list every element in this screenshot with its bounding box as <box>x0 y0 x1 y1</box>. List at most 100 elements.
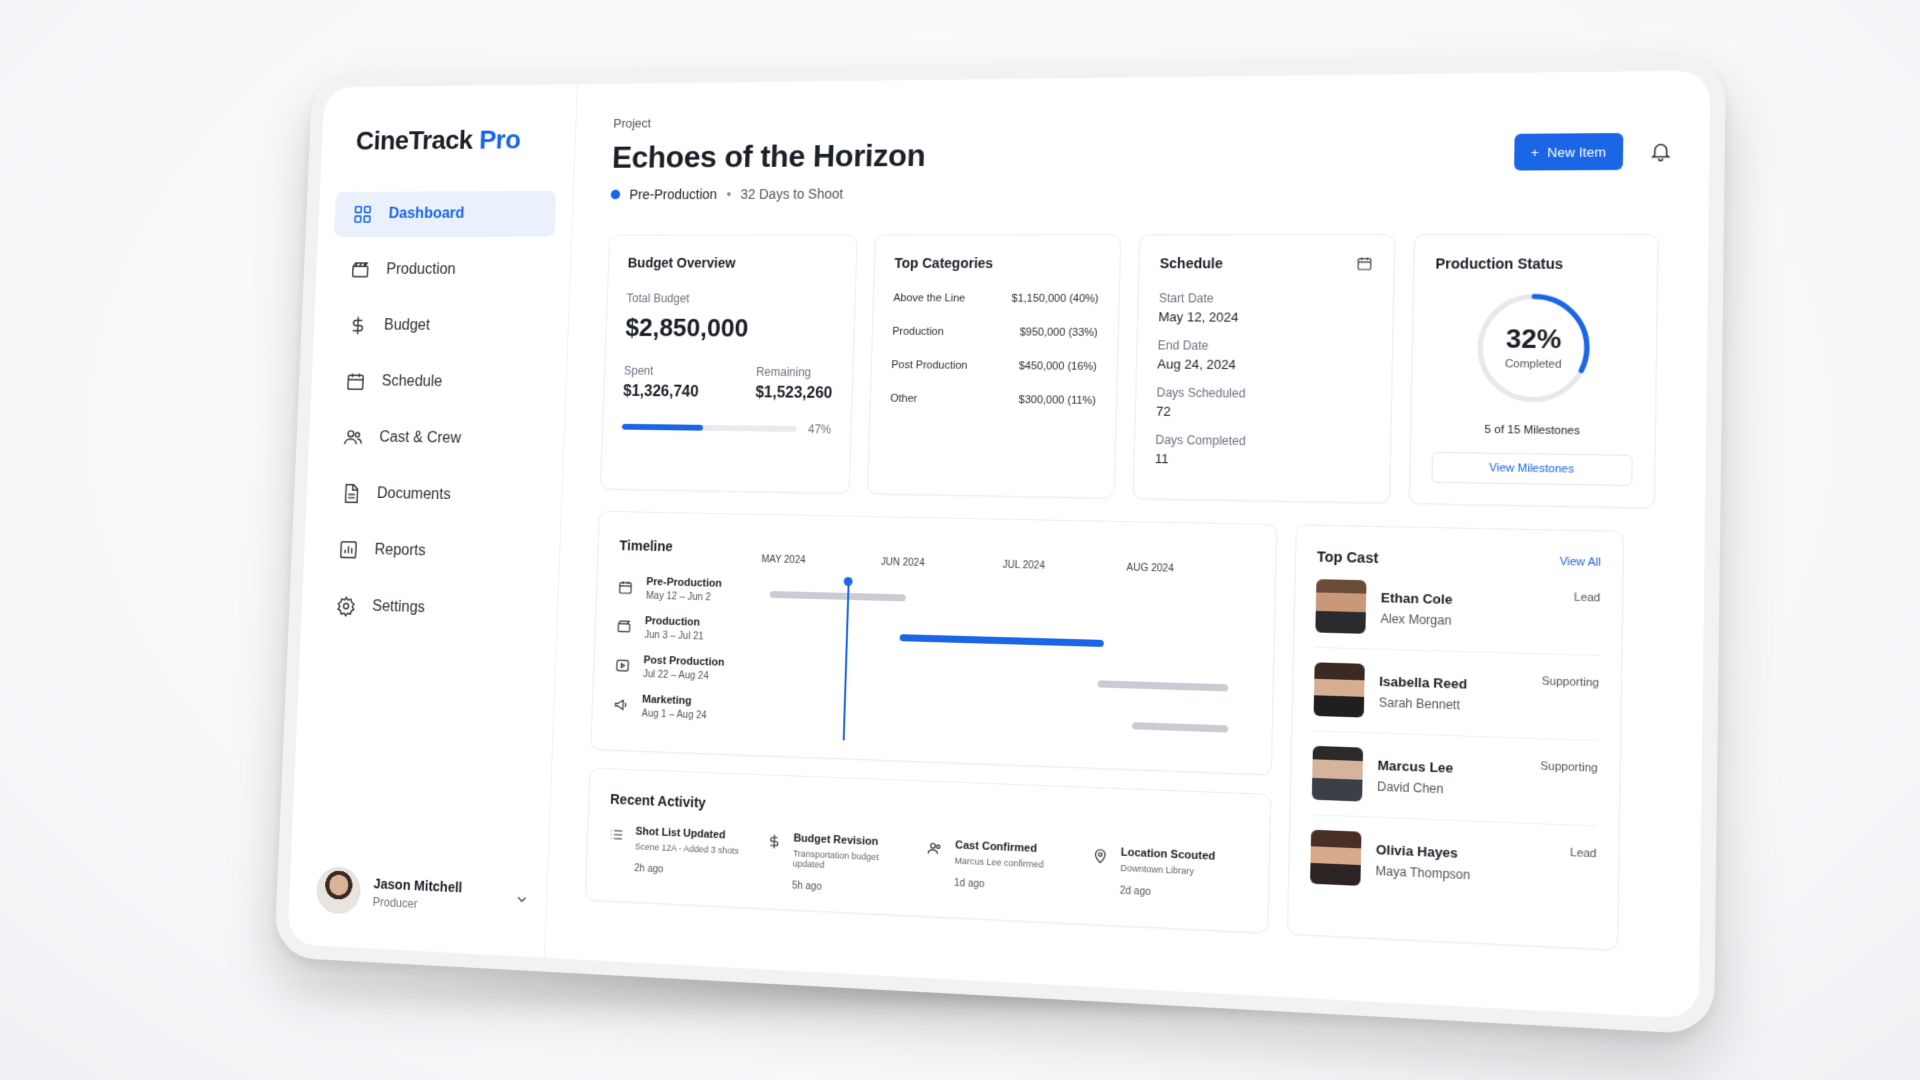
list-icon <box>609 826 625 842</box>
category-value: $1,150,000 (40%) <box>1011 293 1098 305</box>
sidebar-nav: Dashboard Production Budget Schedule Cas… <box>317 191 557 645</box>
cast-photo <box>1315 579 1366 634</box>
sidebar-item-label: Cast & Crew <box>379 429 461 447</box>
category-row[interactable]: Production $950,000 (33%) <box>892 326 1098 339</box>
project-meta: Pre-Production • 32 Days to Shoot <box>611 182 1671 202</box>
schedule-item: End Date Aug 24, 2024 <box>1157 338 1371 373</box>
category-row[interactable]: Other $300,000 (11%) <box>890 393 1096 407</box>
map-pin-icon <box>1092 847 1109 864</box>
post-production-bar[interactable] <box>1098 680 1229 691</box>
project-label: Project <box>613 106 1671 131</box>
sidebar-item-reports[interactable]: Reports <box>320 526 544 577</box>
logo-suffix: Pro <box>479 125 521 155</box>
progress-label: 47% <box>808 422 832 436</box>
schedule-label: End Date <box>1158 338 1372 354</box>
chevron-down-icon[interactable] <box>514 891 530 907</box>
activity-time: 1d ago <box>954 878 1043 893</box>
category-row[interactable]: Above the Line $1,150,000 (40%) <box>893 292 1098 305</box>
pre-production-bar[interactable] <box>770 591 906 601</box>
cast-role: Supporting <box>1540 760 1598 775</box>
megaphone-icon <box>613 697 629 713</box>
cast-row[interactable]: Ethan Cole Alex Morgan Lead <box>1315 565 1601 656</box>
marketing-bar[interactable] <box>1132 722 1228 732</box>
schedule-label: Days Scheduled <box>1156 386 1370 402</box>
cast-character: Isabella Reed <box>1379 673 1467 691</box>
activity-sub: Marcus Lee confirmed <box>955 856 1044 870</box>
cast-row[interactable]: Olivia Hayes Maya Thompson Lead <box>1310 815 1597 911</box>
category-value: $950,000 (33%) <box>1020 327 1098 339</box>
production-bar[interactable] <box>900 634 1104 647</box>
categories-card: Top Categories Above the Line $1,150,000 … <box>867 234 1121 498</box>
sidebar: CineTrack Pro Dashboard Production Budge… <box>287 84 578 958</box>
timeline-area: Pre-Production May 12 – Jun 2 Production J… <box>613 575 1252 754</box>
activity-sub: Transportation budget updated <box>793 848 913 873</box>
progress-ring: 32% Completed <box>1473 290 1594 406</box>
timeline-row[interactable]: Post Production Jul 22 – Aug 24 <box>615 654 725 683</box>
bell-icon[interactable] <box>1649 140 1673 163</box>
sidebar-item-schedule[interactable]: Schedule <box>327 358 550 406</box>
activity-item[interactable]: Location Scouted Downtown Library 2d ago <box>1091 845 1246 913</box>
phase-name: Post Production <box>643 654 724 668</box>
lower-section: Timeline MAY 2024 JUN 2024 JUL 2024 AUG … <box>585 511 1666 953</box>
calendar-icon[interactable] <box>1356 255 1373 271</box>
sidebar-item-label: Schedule <box>381 373 442 391</box>
remaining-value: $1,523,260 <box>755 384 832 402</box>
budget-card: Budget Overview Total Budget $2,850,000 … <box>600 235 858 494</box>
activity-time: 2d ago <box>1120 885 1215 901</box>
timeline-row[interactable]: Pre-Production May 12 – Jun 2 <box>617 575 722 603</box>
card-title: Schedule <box>1160 255 1223 271</box>
cast-character: Ethan Cole <box>1381 589 1453 606</box>
timeline-row[interactable]: Production Jun 3 – Jul 21 <box>616 614 704 642</box>
view-all-link[interactable]: View All <box>1560 556 1602 569</box>
month-label: AUG 2024 <box>1126 563 1252 577</box>
sidebar-item-dashboard[interactable]: Dashboard <box>334 191 556 237</box>
users-icon <box>927 840 943 857</box>
sidebar-item-documents[interactable]: Documents <box>322 470 546 520</box>
clapperboard-icon <box>616 618 632 634</box>
cast-character: Marcus Lee <box>1377 757 1453 775</box>
dollar-icon <box>766 833 782 850</box>
plus-icon: + <box>1531 144 1539 159</box>
cast-row[interactable]: Marcus Lee David Chen Supporting <box>1311 731 1598 826</box>
activity-time: 5h ago <box>792 880 912 897</box>
cast-row[interactable]: Isabella Reed Sarah Bennett Supporting <box>1313 648 1599 741</box>
sidebar-item-budget[interactable]: Budget <box>329 303 552 350</box>
cast-role: Supporting <box>1542 675 1600 689</box>
total-budget-label: Total Budget <box>626 292 835 306</box>
month-label: MAY 2024 <box>761 554 881 568</box>
app-logo[interactable]: CineTrack Pro <box>355 124 559 156</box>
timeline-row[interactable]: Marketing Aug 1 – Aug 24 <box>613 693 707 722</box>
user-profile[interactable]: Jason Mitchell Producer <box>316 866 530 923</box>
activity-item[interactable]: Cast Confirmed Marcus Lee confirmed 1d ago <box>926 838 1078 905</box>
cast-actor: Maya Thompson <box>1375 863 1470 882</box>
activity-item[interactable]: Shot List Updated Scene 12A - Added 3 sho… <box>607 824 752 889</box>
cast-photo <box>1314 662 1365 717</box>
activity-item[interactable]: Budget Revision Transportation budget upd… <box>765 831 913 897</box>
category-row[interactable]: Post Production $450,000 (16%) <box>891 359 1097 373</box>
logo-name: CineTrack <box>355 125 473 155</box>
new-item-button[interactable]: + New Item <box>1514 133 1624 171</box>
document-icon <box>340 483 361 504</box>
sidebar-item-production[interactable]: Production <box>332 247 555 293</box>
phase-dates: May 12 – Jun 2 <box>646 591 722 604</box>
activity-title: Location Scouted <box>1121 846 1216 862</box>
phase-name: Pre-Production <box>646 576 722 590</box>
countdown-label: 32 Days to Shoot <box>740 186 843 202</box>
card-title: Production Status <box>1435 255 1635 272</box>
cast-role: Lead <box>1570 847 1597 861</box>
view-milestones-button[interactable]: View Milestones <box>1431 452 1632 486</box>
users-icon <box>343 427 364 448</box>
schedule-label: Start Date <box>1159 291 1373 306</box>
sidebar-item-label: Budget <box>384 317 431 334</box>
user-name: Jason Mitchell <box>373 876 462 896</box>
sidebar-item-settings[interactable]: Settings <box>317 582 541 634</box>
budget-breakdown: Spent $1,326,740 Remaining $1,523,260 <box>623 364 833 403</box>
status-card: Production Status 32% Completed 5 of 15 … <box>1409 234 1659 509</box>
cast-actor: Alex Morgan <box>1380 611 1452 627</box>
sidebar-item-label: Dashboard <box>388 206 464 223</box>
summary-cards: Budget Overview Total Budget $2,850,000 … <box>600 234 1669 509</box>
schedule-item: Days Scheduled 72 <box>1156 386 1370 422</box>
sidebar-item-cast-crew[interactable]: Cast & Crew <box>324 414 547 463</box>
schedule-card: Schedule Start Date May 12, 2024 End Dat… <box>1133 234 1396 504</box>
card-title: Recent Activity <box>610 791 1247 833</box>
